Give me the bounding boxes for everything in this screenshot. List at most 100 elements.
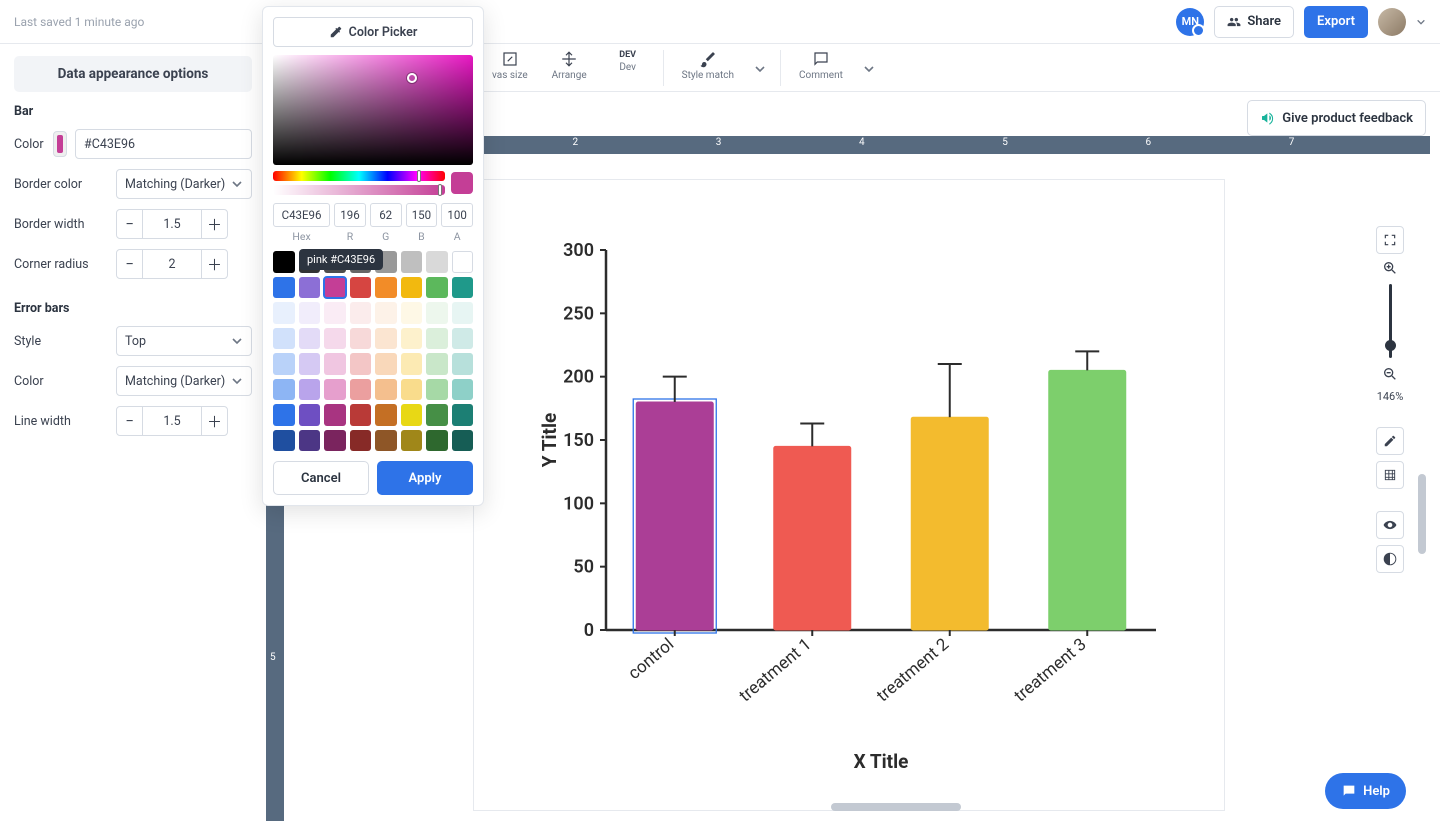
vertical-scrollbar[interactable]	[1418, 474, 1426, 554]
stepper-minus[interactable]: −	[117, 210, 143, 238]
palette-swatch[interactable]	[375, 328, 397, 350]
r-input[interactable]	[334, 203, 366, 227]
stepper-plus[interactable]: ＋	[201, 407, 227, 435]
export-button[interactable]: Export	[1304, 6, 1368, 38]
palette-swatch[interactable]	[324, 277, 346, 299]
palette-swatch[interactable]	[299, 302, 321, 324]
bar-color-hex-input[interactable]	[75, 129, 252, 159]
palette-swatch[interactable]	[299, 328, 321, 350]
palette-swatch[interactable]	[324, 302, 346, 324]
palette-swatch[interactable]	[273, 353, 295, 375]
zoom-out-icon[interactable]	[1382, 366, 1398, 382]
palette-swatch[interactable]	[452, 302, 474, 324]
stepper-plus[interactable]: ＋	[201, 210, 227, 238]
border-color-select[interactable]: Matching (Darker)	[116, 169, 252, 199]
palette-swatch[interactable]	[375, 302, 397, 324]
palette-swatch[interactable]	[324, 353, 346, 375]
g-input[interactable]	[370, 203, 402, 227]
line-width-input[interactable]	[143, 407, 201, 435]
palette-swatch[interactable]	[401, 353, 423, 375]
palette-swatch[interactable]	[452, 379, 474, 401]
give-feedback-button[interactable]: Give product feedback	[1247, 100, 1426, 136]
palette-swatch[interactable]	[452, 328, 474, 350]
palette-swatch[interactable]	[452, 404, 474, 426]
palette-swatch[interactable]	[324, 328, 346, 350]
palette-swatch[interactable]	[273, 328, 295, 350]
palette-swatch[interactable]	[375, 379, 397, 401]
zoom-in-icon[interactable]	[1382, 260, 1398, 276]
alpha-slider[interactable]	[273, 185, 445, 195]
palette-swatch[interactable]	[375, 430, 397, 452]
chart-bar[interactable]	[911, 417, 988, 630]
palette-swatch[interactable]	[273, 302, 295, 324]
palette-swatch[interactable]	[426, 302, 448, 324]
palette-swatch[interactable]	[452, 251, 474, 273]
palette-swatch[interactable]	[273, 379, 295, 401]
palette-swatch[interactable]	[324, 430, 346, 452]
palette-swatch[interactable]	[401, 328, 423, 350]
corner-radius-input[interactable]	[143, 250, 201, 278]
palette-swatch[interactable]	[350, 430, 372, 452]
saturation-cursor[interactable]	[407, 73, 417, 83]
chart-bar[interactable]	[1049, 370, 1126, 630]
palette-swatch[interactable]	[324, 379, 346, 401]
palette-swatch[interactable]	[350, 328, 372, 350]
palette-swatch[interactable]	[401, 430, 423, 452]
zoom-thumb[interactable]	[1385, 340, 1396, 351]
palette-swatch[interactable]	[452, 430, 474, 452]
comment-dropdown[interactable]	[857, 58, 881, 81]
palette-swatch[interactable]	[401, 404, 423, 426]
palette-swatch[interactable]	[375, 404, 397, 426]
palette-swatch[interactable]	[426, 353, 448, 375]
canvas-paper[interactable]: 050100150200250300controltreatment 1trea…	[474, 180, 1224, 810]
palette-swatch[interactable]	[273, 404, 295, 426]
palette-swatch[interactable]	[350, 277, 372, 299]
slider-thumb[interactable]	[417, 170, 421, 182]
palette-swatch[interactable]	[273, 277, 295, 299]
share-button[interactable]: Share	[1214, 6, 1294, 38]
palette-swatch[interactable]	[273, 430, 295, 452]
palette-swatch[interactable]	[299, 379, 321, 401]
palette-swatch[interactable]	[452, 353, 474, 375]
palette-swatch[interactable]	[324, 404, 346, 426]
chart-bar[interactable]	[774, 446, 851, 630]
b-input[interactable]	[406, 203, 438, 227]
palette-swatch[interactable]	[350, 379, 372, 401]
comment-tool[interactable]: Comment	[789, 48, 853, 83]
hue-slider[interactable]	[273, 171, 445, 181]
bar-chart[interactable]: 050100150200250300controltreatment 1trea…	[536, 240, 1166, 780]
palette-swatch[interactable]	[350, 353, 372, 375]
border-width-input[interactable]	[143, 210, 201, 238]
expand-button[interactable]	[1376, 226, 1404, 254]
dev-tool[interactable]: DEVDev	[601, 48, 655, 75]
palette-swatch[interactable]	[299, 277, 321, 299]
canvas-size-tool[interactable]: vas size	[482, 48, 538, 83]
chevron-down-icon[interactable]	[1416, 17, 1426, 27]
palette-swatch[interactable]	[299, 430, 321, 452]
chart-bar[interactable]	[636, 402, 713, 630]
palette-swatch[interactable]	[426, 404, 448, 426]
profile-avatar[interactable]	[1378, 8, 1406, 36]
palette-swatch[interactable]	[401, 379, 423, 401]
palette-swatch[interactable]	[426, 251, 448, 273]
palette-swatch[interactable]	[401, 302, 423, 324]
bar-color-swatch[interactable]	[53, 131, 67, 157]
visibility-button[interactable]	[1376, 511, 1404, 539]
style-match-dropdown[interactable]	[748, 58, 772, 81]
pencil-button[interactable]	[1376, 427, 1404, 455]
palette-swatch[interactable]	[452, 277, 474, 299]
palette-swatch[interactable]	[426, 277, 448, 299]
style-match-tool[interactable]: Style match	[672, 48, 744, 83]
collaborator-avatar[interactable]: MN	[1176, 8, 1204, 36]
contrast-button[interactable]	[1376, 545, 1404, 573]
err-style-select[interactable]: Top	[116, 326, 252, 356]
zoom-slider[interactable]	[1389, 284, 1392, 358]
palette-swatch[interactable]	[350, 302, 372, 324]
palette-swatch[interactable]	[299, 404, 321, 426]
palette-swatch[interactable]	[426, 379, 448, 401]
grid-button[interactable]	[1376, 461, 1404, 489]
apply-button[interactable]: Apply	[377, 461, 473, 495]
palette-swatch[interactable]	[401, 277, 423, 299]
err-color-select[interactable]: Matching (Darker)	[116, 366, 252, 396]
stepper-plus[interactable]: ＋	[201, 250, 227, 278]
